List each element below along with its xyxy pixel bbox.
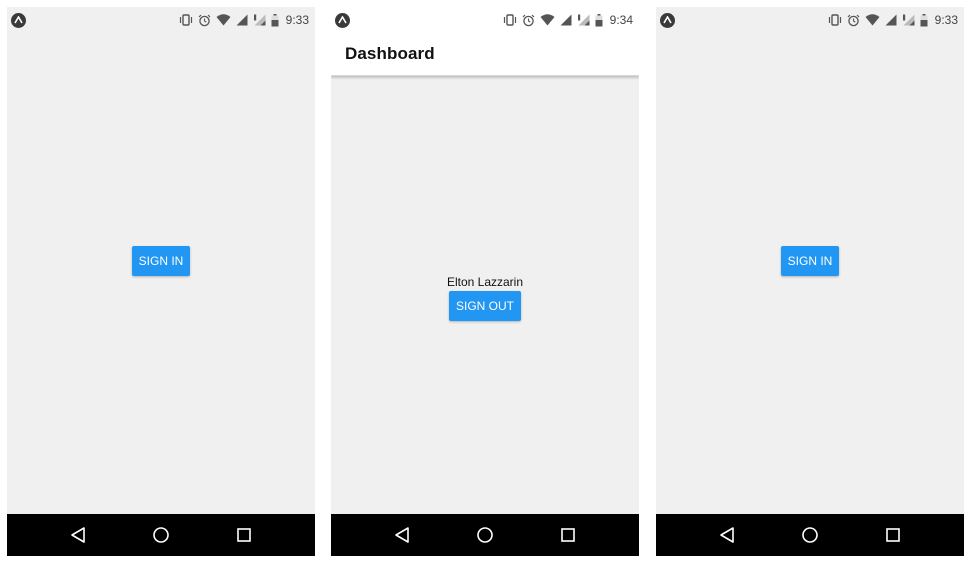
alarm-icon <box>198 14 211 27</box>
main-content: SIGN IN <box>7 246 315 276</box>
app-notification-icon <box>335 12 350 28</box>
status-bar: 9:34 <box>331 7 639 33</box>
status-bar: 9:33 <box>656 7 964 33</box>
page-title: Dashboard <box>345 44 435 63</box>
cell-signal-icon <box>560 14 572 26</box>
recents-icon[interactable] <box>232 523 256 547</box>
alarm-icon <box>522 14 535 27</box>
wifi-icon <box>216 14 231 26</box>
recents-icon[interactable] <box>556 523 580 547</box>
phone-screen-dashboard: 9:34 Dashboard Elton Lazzarin SIGN OUT <box>331 7 639 556</box>
status-time: 9:33 <box>285 13 309 27</box>
cell-signal-no-data-icon <box>577 14 590 26</box>
vibrate-icon <box>179 14 193 26</box>
battery-icon <box>271 13 279 27</box>
status-bar: 9:33 <box>7 7 315 33</box>
main-content: Elton Lazzarin SIGN OUT <box>331 275 639 321</box>
app-notification-icon <box>11 12 26 28</box>
vibrate-icon <box>828 14 842 26</box>
status-time: 9:34 <box>609 13 633 27</box>
alarm-icon <box>847 14 860 27</box>
main-content: SIGN IN <box>656 246 964 276</box>
back-icon[interactable] <box>390 523 414 547</box>
status-icons: 9:33 <box>828 13 958 27</box>
cell-signal-icon <box>236 14 248 26</box>
status-icons: 9:33 <box>179 13 309 27</box>
home-icon[interactable] <box>473 523 497 547</box>
phone-screen-sign-in-1: 9:33 SIGN IN <box>7 7 315 556</box>
recents-icon[interactable] <box>881 523 905 547</box>
vibrate-icon <box>503 14 517 26</box>
status-time: 9:33 <box>934 13 958 27</box>
app-header: Dashboard <box>331 33 639 76</box>
cell-signal-no-data-icon <box>902 14 915 26</box>
wifi-icon <box>865 14 880 26</box>
navigation-bar <box>656 514 964 556</box>
sign-in-button[interactable]: SIGN IN <box>131 246 191 276</box>
phone-screen-sign-in-2: 9:33 SIGN IN <box>656 7 964 556</box>
cell-signal-no-data-icon <box>253 14 266 26</box>
navigation-bar <box>331 514 639 556</box>
sign-out-button[interactable]: SIGN OUT <box>448 291 521 321</box>
home-icon[interactable] <box>149 523 173 547</box>
status-icons: 9:34 <box>503 13 633 27</box>
navigation-bar <box>7 514 315 556</box>
back-icon[interactable] <box>66 523 90 547</box>
battery-icon <box>920 13 928 27</box>
home-icon[interactable] <box>798 523 822 547</box>
wifi-icon <box>540 14 555 26</box>
back-icon[interactable] <box>715 523 739 547</box>
cell-signal-icon <box>885 14 897 26</box>
user-name: Elton Lazzarin <box>446 275 524 289</box>
battery-icon <box>595 13 603 27</box>
sign-in-button[interactable]: SIGN IN <box>780 246 840 276</box>
app-notification-icon <box>660 12 675 28</box>
